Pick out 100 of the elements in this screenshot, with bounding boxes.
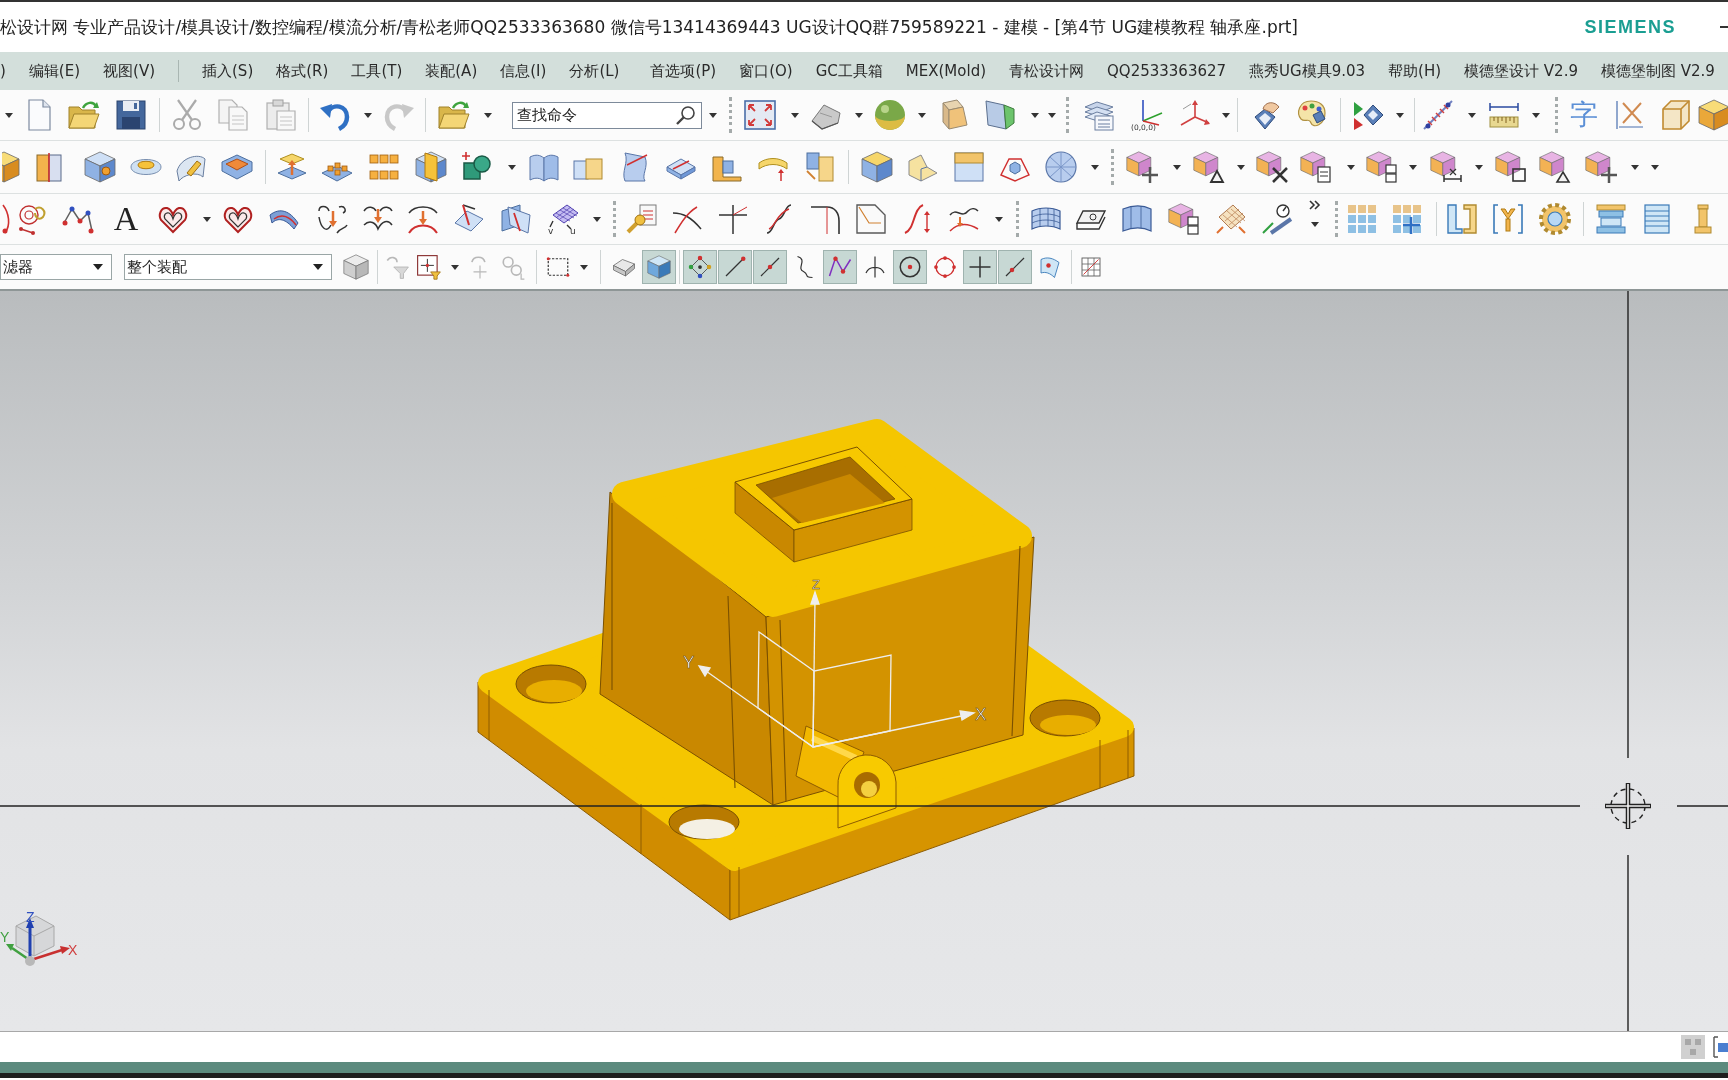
faceted-sphere-icon[interactable]	[1045, 151, 1077, 183]
bracket-pair-icon[interactable]	[1446, 203, 1478, 235]
caret-icon[interactable]	[1091, 164, 1099, 170]
line-cross-icon[interactable]	[717, 203, 749, 235]
scope-dropdown[interactable]: 整个装配	[124, 254, 332, 280]
grid-icon[interactable]	[1079, 255, 1103, 279]
menu-item[interactable]: 分析(L)	[569, 61, 620, 81]
menu-item[interactable]: 帮助(H)	[1388, 61, 1442, 81]
search-field[interactable]: 查找命令	[512, 101, 702, 129]
vertex-line-button[interactable]	[822, 250, 857, 284]
panel-pair-icon[interactable]	[803, 151, 835, 183]
caret-icon[interactable]	[1468, 112, 1476, 118]
save-icon[interactable]	[115, 99, 147, 131]
open-folder-icon[interactable]	[438, 99, 470, 131]
line-end-point-button[interactable]	[717, 250, 752, 284]
cube-copy-icon[interactable]	[1300, 151, 1332, 183]
slanted-scale-icon[interactable]	[1422, 99, 1454, 131]
menu-item[interactable]: 工具(T)	[351, 61, 403, 81]
sphere-icon[interactable]	[874, 99, 906, 131]
caret-icon[interactable]	[484, 112, 492, 118]
caret-icon[interactable]	[918, 112, 926, 118]
caret-icon[interactable]	[203, 216, 211, 222]
cube-hole-icon[interactable]	[84, 151, 116, 183]
caret-icon[interactable]	[1311, 222, 1319, 227]
split-block-icon[interactable]	[33, 151, 65, 183]
menu-item[interactable]: 首选项(P)	[650, 61, 717, 81]
curve-point-icon[interactable]	[1, 203, 11, 235]
caret-icon[interactable]	[1631, 164, 1639, 170]
caret-icon[interactable]	[593, 216, 601, 222]
block-icon[interactable]	[2, 151, 20, 183]
caret-icon[interactable]	[1031, 112, 1039, 118]
menu-item[interactable]: 模德堡设计 V2.9	[1464, 61, 1578, 81]
caret-icon[interactable]	[791, 112, 799, 118]
chevron-icon[interactable]	[1309, 200, 1321, 210]
mesh-arrows-icon[interactable]	[1215, 203, 1247, 235]
cube-icon[interactable]	[1698, 99, 1728, 131]
caret-icon[interactable]	[1048, 112, 1056, 118]
line-point-button[interactable]	[997, 250, 1032, 284]
curved-surface-icon[interactable]	[1121, 203, 1153, 235]
menu-item[interactable]: 插入(S)	[202, 61, 254, 81]
line-mid-point-button[interactable]	[752, 250, 787, 284]
menu-item[interactable]: 青松设计网	[1009, 61, 1085, 81]
menu-item[interactable]: 格式(R)	[276, 61, 329, 81]
solid-cube-button[interactable]	[641, 250, 676, 284]
caret-icon[interactable]	[1475, 164, 1483, 170]
caret-icon[interactable]	[1409, 164, 1417, 170]
caret-icon[interactable]	[364, 112, 372, 118]
layers-icon[interactable]	[1083, 99, 1115, 131]
caret-icon[interactable]	[709, 112, 717, 118]
caret-icon[interactable]	[1173, 164, 1181, 170]
caret-icon[interactable]	[1396, 112, 1404, 118]
wireframe-cube-icon[interactable]	[1659, 99, 1691, 131]
text-tool-button[interactable]: A	[113, 202, 139, 236]
mold-base-icon[interactable]	[1595, 203, 1627, 235]
search-icon[interactable]	[676, 104, 696, 125]
caret-icon[interactable]	[580, 264, 588, 270]
corner-arc-icon[interactable]	[809, 203, 841, 235]
cube-prism-icon[interactable]	[1539, 151, 1571, 183]
planes-intersect-icon[interactable]	[500, 203, 532, 235]
cube-frame-icon[interactable]	[1495, 151, 1527, 183]
caret-icon[interactable]	[1532, 112, 1540, 118]
menu-item[interactable]: GC工具箱	[815, 61, 883, 81]
menu-item[interactable]: MEX(Mold)	[905, 62, 987, 80]
curve-trim-icon[interactable]	[671, 203, 703, 235]
caret-icon[interactable]	[508, 164, 516, 170]
curve-arrow-icon[interactable]	[407, 203, 439, 235]
menu-item[interactable]: 信息(I)	[500, 61, 547, 81]
menu-item[interactable]: 燕秀UG模具9.03	[1249, 61, 1366, 81]
cross-point-button[interactable]	[962, 250, 997, 284]
angled-panel-icon[interactable]	[984, 99, 1016, 131]
shape-combine-icon[interactable]	[461, 151, 493, 183]
curve-offset-icon[interactable]	[317, 203, 349, 235]
plane-cut-icon[interactable]	[415, 151, 447, 183]
cube-move-icon[interactable]	[1126, 151, 1158, 183]
checker-icon[interactable]	[1681, 1035, 1705, 1059]
shaded-cube-icon[interactable]	[861, 151, 893, 183]
dimension-cross-icon[interactable]	[1613, 99, 1645, 131]
caret-icon[interactable]	[451, 264, 459, 270]
circle-center-button[interactable]	[892, 250, 927, 284]
stacked-blocks-icon[interactable]	[343, 254, 369, 280]
cube-panels-icon[interactable]	[1366, 151, 1398, 183]
wrench-document-icon[interactable]	[626, 203, 658, 235]
tile-grid-move-icon[interactable]	[1391, 203, 1423, 235]
caret-icon[interactable]	[1347, 164, 1355, 170]
dashed-rectangle-icon[interactable]	[546, 255, 570, 279]
menu-item[interactable]: 模德堡制图 V2.9	[1601, 61, 1715, 81]
menu-item[interactable]: 视图(V)	[103, 61, 155, 81]
menu-item[interactable]: )	[0, 62, 6, 80]
menu-item[interactable]: 装配(A)	[425, 61, 478, 81]
tile-grid-icon[interactable]	[1346, 203, 1378, 235]
cube-dimension-icon[interactable]	[1430, 151, 1462, 183]
open-folder-icon[interactable]	[68, 99, 100, 131]
gear-icon[interactable]	[1539, 203, 1571, 235]
node-diamond-button[interactable]	[682, 250, 717, 284]
corner-document-icon[interactable]	[855, 203, 887, 235]
cube-grid-icon[interactable]	[368, 151, 400, 183]
menu-item[interactable]: QQ2533363627	[1107, 62, 1227, 80]
cube-triangle-icon[interactable]	[1193, 151, 1225, 183]
window-frame-icon[interactable]	[1713, 1035, 1728, 1059]
caret-icon[interactable]	[1237, 164, 1245, 170]
